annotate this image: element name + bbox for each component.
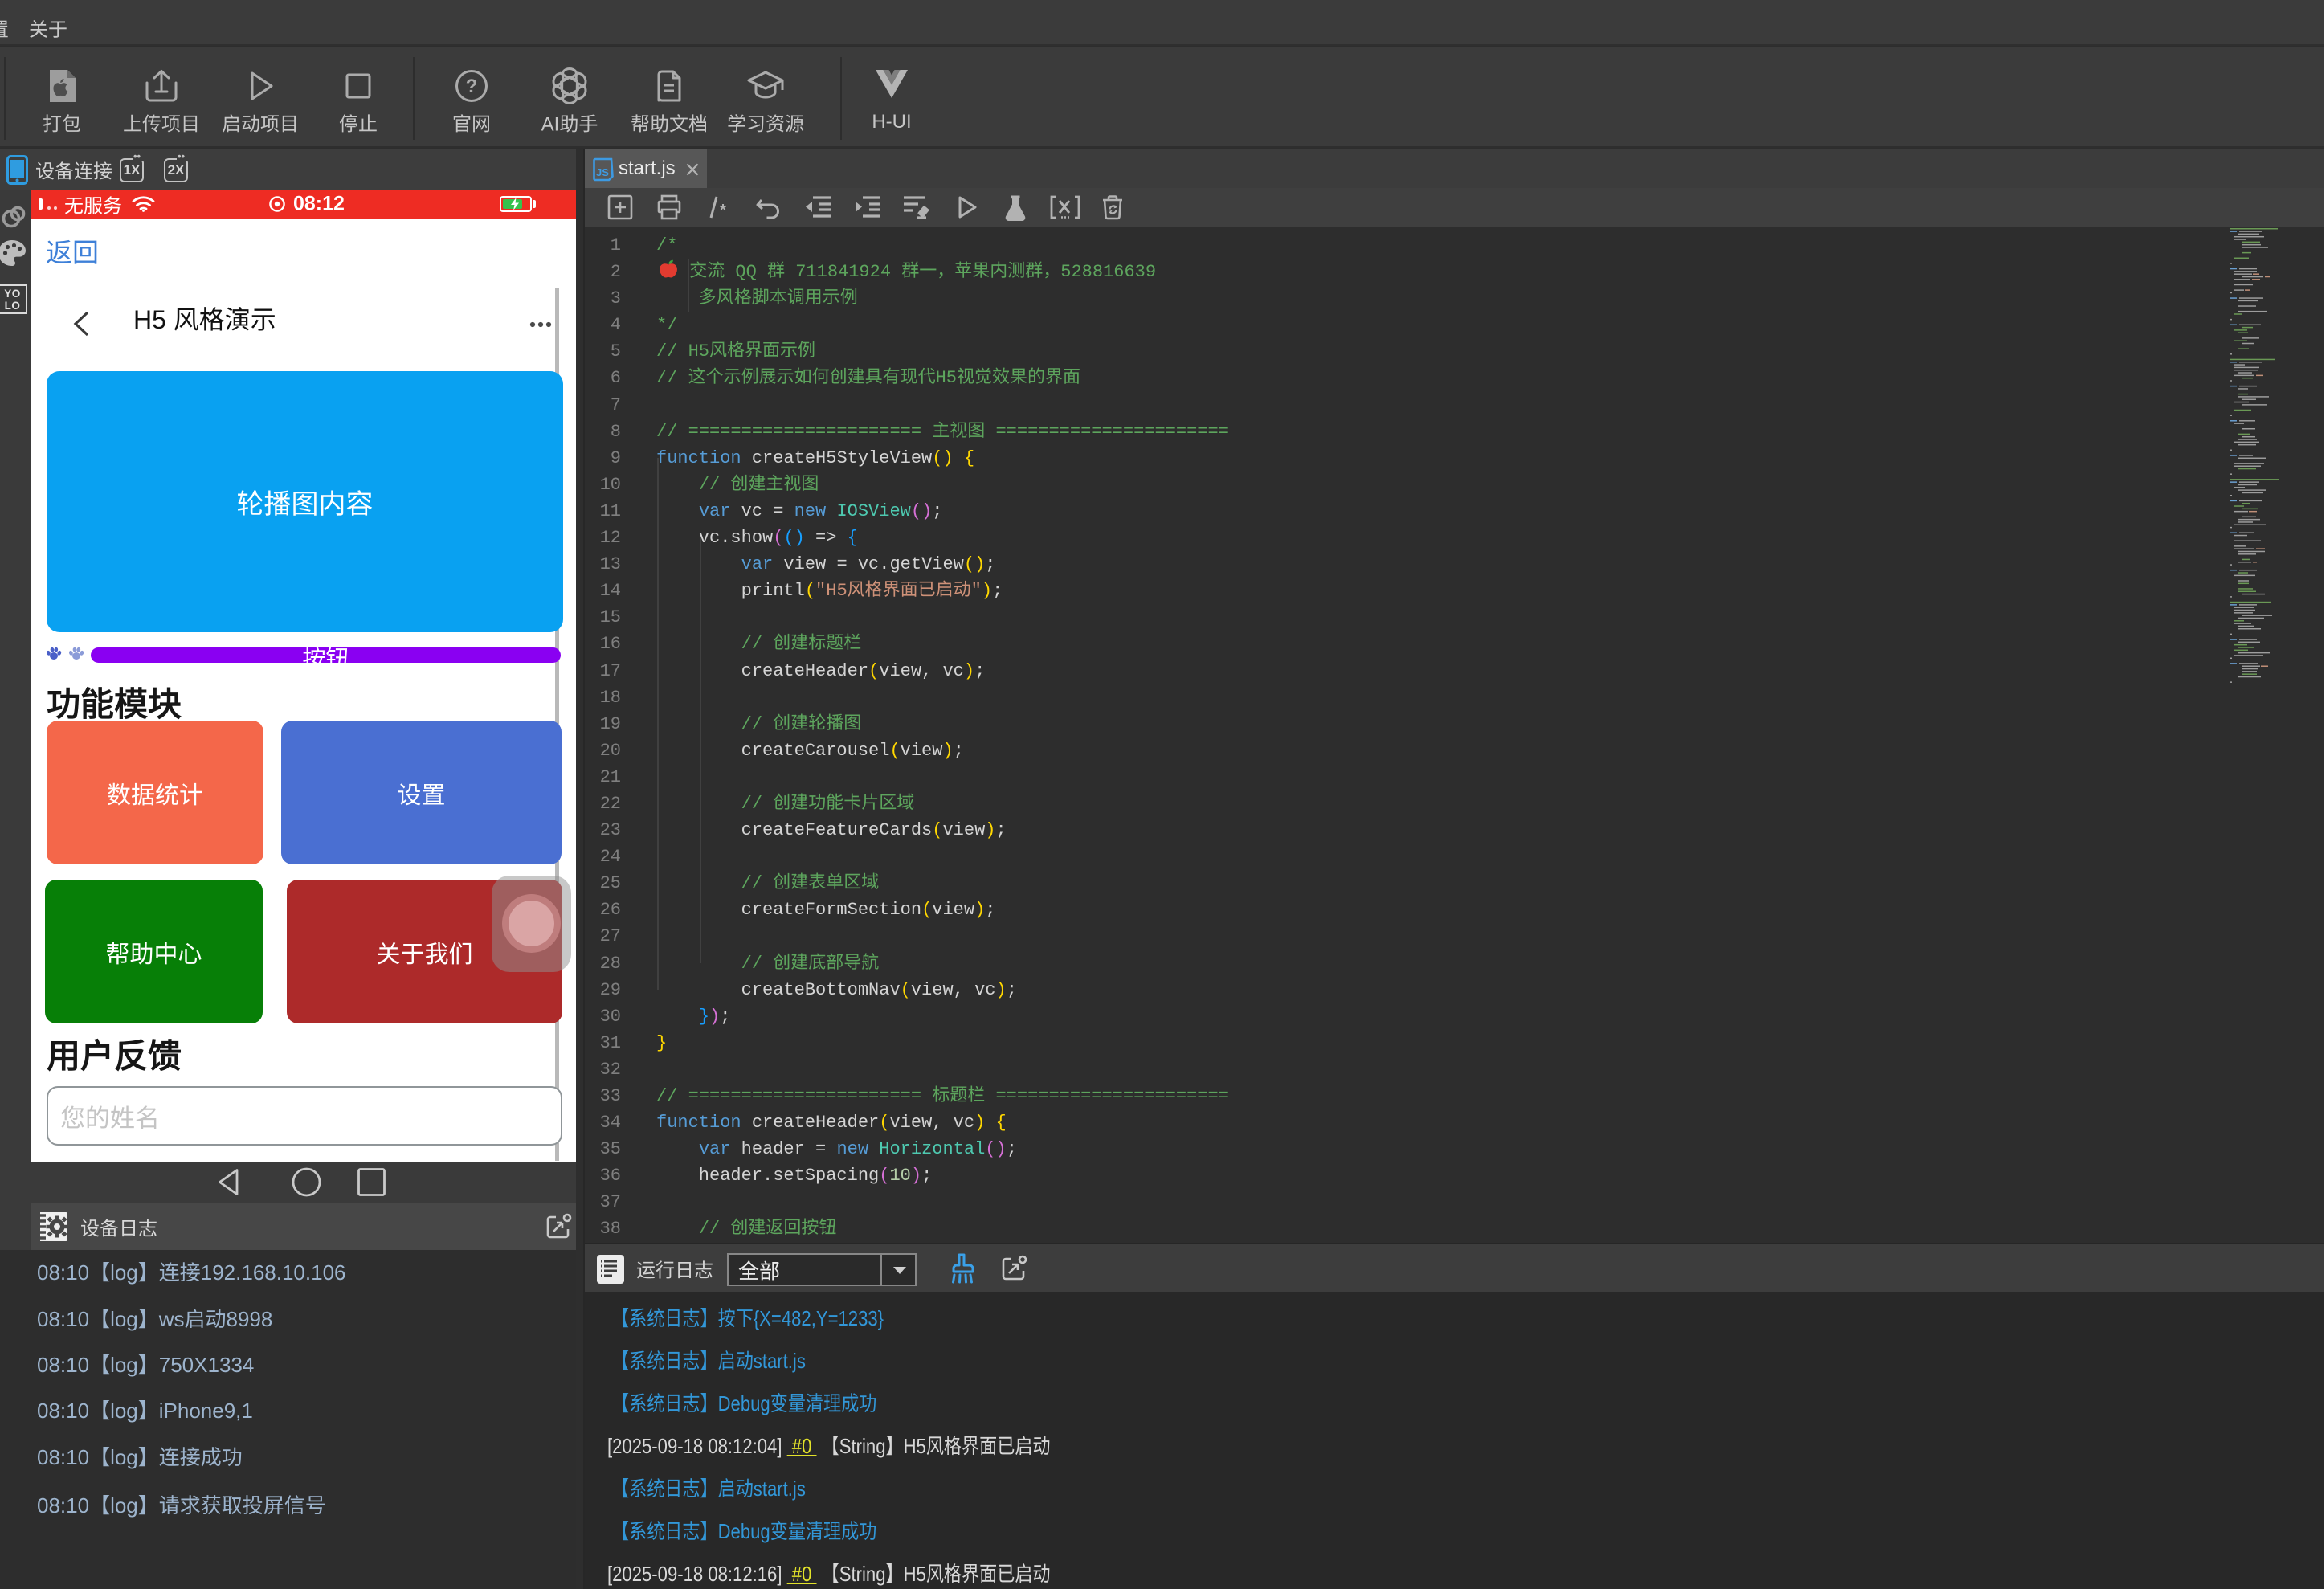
svg-text:*: * bbox=[718, 203, 728, 221]
svg-text:?: ? bbox=[466, 76, 478, 97]
svg-text:JS: JS bbox=[596, 166, 609, 178]
